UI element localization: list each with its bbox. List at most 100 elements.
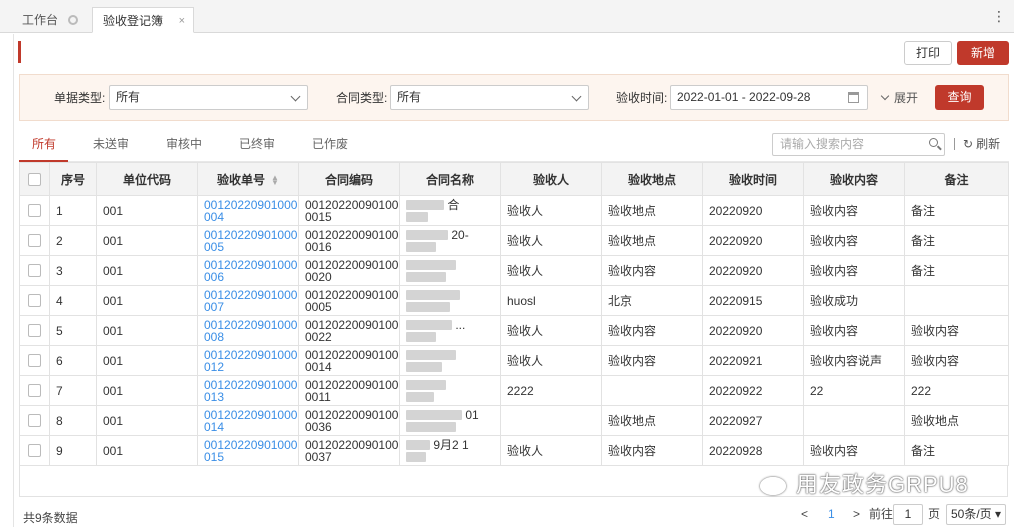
status-tab-voided[interactable]: 已作废 <box>312 136 348 152</box>
cell-time: 20220922 <box>702 375 804 406</box>
table-row[interactable]: 6 001 00120220901000 012 00120220090100 0014 … <box>19 345 1009 376</box>
goto-label: 前往 <box>869 507 894 521</box>
select-all-checkbox[interactable] <box>28 173 41 187</box>
next-page-button[interactable]: > <box>853 506 860 522</box>
date-range-input[interactable]: 2022-01-01 - 2022-09-28 <box>670 85 868 110</box>
tab-register-label: 验收登记簿 <box>103 14 164 28</box>
table-row[interactable]: 8 001 00120220901000 014 00120220090100 0036 … <box>19 405 1009 436</box>
row-checkbox[interactable] <box>28 414 41 428</box>
cell-location: 验收内容 <box>601 255 703 286</box>
table-row[interactable]: 1 001 00120220901000 004 00120220090100 0015 … <box>19 195 1009 226</box>
cell-index: 1 <box>49 195 97 226</box>
table-row[interactable]: 7 001 00120220901000 013 00120220090100 0011 … <box>19 375 1009 406</box>
doc-number-link-suffix[interactable]: 008 <box>204 330 224 344</box>
print-button[interactable]: 打印 <box>904 41 952 65</box>
contract-name-visible: 20- <box>451 227 469 242</box>
row-checkbox[interactable] <box>28 234 41 248</box>
contract-type-select[interactable]: 所有 <box>390 85 589 110</box>
table-row[interactable]: 3 001 00120220901000 006 00120220090100 0020 … <box>19 255 1009 286</box>
doc-number-link-suffix[interactable]: 013 <box>204 390 224 404</box>
column-header: 验收时间 <box>702 162 804 196</box>
row-checkbox[interactable] <box>28 294 41 308</box>
cell-contract-code: 00120220090100 0036 <box>298 405 400 436</box>
doc-number-link-suffix[interactable]: 007 <box>204 300 224 314</box>
table-row[interactable]: 9 001 00120220901000 015 00120220090100 0037 … <box>19 435 1009 466</box>
contract-name-visible: 9月2 1 <box>433 437 469 452</box>
column-header-sortable[interactable]: 验收单号 ▲ ▼ <box>197 162 299 196</box>
row-select-cell[interactable] <box>19 225 50 256</box>
column-header: 合同编码 <box>298 162 400 196</box>
cell-location <box>601 375 703 406</box>
doc-type-label: 单据类型: <box>54 91 106 105</box>
doc-number-link-suffix[interactable]: 014 <box>204 420 224 434</box>
goto-page-input[interactable]: 1 <box>893 504 923 525</box>
column-header: 备注 <box>904 162 1009 196</box>
refresh-label: 刷新 <box>976 137 1001 151</box>
table-row[interactable]: 2 001 00120220901000 005 00120220090100 0016 … <box>19 225 1009 256</box>
cell-doc-number[interactable]: 00120220901000 004 <box>197 195 299 226</box>
status-tab-reviewing[interactable]: 审核中 <box>166 136 202 152</box>
table-row[interactable]: 5 001 00120220901000 008 00120220090100 0022 … <box>19 315 1009 346</box>
add-button[interactable]: 新增 <box>957 41 1009 65</box>
cell-acceptor: 验收人 <box>500 255 602 286</box>
date-range-value: 2022-01-01 - 2022-09-28 <box>677 90 811 104</box>
row-checkbox[interactable] <box>28 384 41 398</box>
cell-doc-number[interactable]: 00120220901000 008 <box>197 315 299 346</box>
row-checkbox[interactable] <box>28 444 41 458</box>
tab-acceptance-register[interactable]: 验收登记簿 × <box>92 7 194 33</box>
doc-number-link-suffix[interactable]: 006 <box>204 270 224 284</box>
cell-doc-number[interactable]: 00120220901000 013 <box>197 375 299 406</box>
row-select-cell[interactable] <box>19 195 50 226</box>
status-tab-final[interactable]: 已终审 <box>239 136 275 152</box>
row-select-cell[interactable] <box>19 345 50 376</box>
page-number[interactable]: 1 <box>828 506 835 522</box>
cell-index: 2 <box>49 225 97 256</box>
doc-number-link-suffix[interactable]: 015 <box>204 450 224 464</box>
row-select-cell[interactable] <box>19 315 50 346</box>
doc-number-link-suffix[interactable]: 005 <box>204 240 224 254</box>
cell-doc-number[interactable]: 00120220901000 006 <box>197 255 299 286</box>
row-checkbox[interactable] <box>28 264 41 278</box>
cell-location: 验收地点 <box>601 195 703 226</box>
cell-index: 4 <box>49 285 97 316</box>
cell-doc-number[interactable]: 00120220901000 012 <box>197 345 299 376</box>
more-icon[interactable]: ⋮ <box>992 8 1006 24</box>
query-button[interactable]: 查询 <box>935 85 984 110</box>
tab-workbench[interactable]: 工作台 <box>12 7 90 33</box>
row-checkbox[interactable] <box>28 204 41 218</box>
close-icon[interactable]: × <box>179 8 185 34</box>
table-row[interactable]: 4 001 00120220901000 007 00120220090100 0005 … <box>19 285 1009 316</box>
cell-contract-name <box>399 345 501 376</box>
doc-number-link-suffix[interactable]: 004 <box>204 210 224 224</box>
column-header: 验收内容 <box>803 162 905 196</box>
row-select-cell[interactable] <box>19 285 50 316</box>
cell-doc-number[interactable]: 00120220901000 014 <box>197 405 299 436</box>
row-select-cell[interactable] <box>19 375 50 406</box>
search-placeholder: 请输入搜索内容 <box>780 137 865 151</box>
row-select-cell[interactable] <box>19 255 50 286</box>
row-checkbox[interactable] <box>28 354 41 368</box>
search-input[interactable]: 请输入搜索内容 <box>772 133 945 156</box>
sort-icon[interactable]: ▲ ▼ <box>271 174 279 187</box>
row-select-cell[interactable] <box>19 405 50 436</box>
search-icon[interactable] <box>929 138 938 147</box>
refresh-button[interactable]: ↻ 刷新 <box>963 136 1000 152</box>
cell-acceptor: 验收人 <box>500 315 602 346</box>
status-tab-all[interactable]: 所有 <box>32 136 56 152</box>
doc-type-select[interactable]: 所有 <box>109 85 308 110</box>
row-checkbox[interactable] <box>28 324 41 338</box>
prev-page-button[interactable]: < <box>801 506 808 522</box>
row-select-cell[interactable] <box>19 435 50 466</box>
chevron-down-icon <box>290 91 301 102</box>
cell-time: 20220920 <box>702 225 804 256</box>
doc-number-link-suffix[interactable]: 012 <box>204 360 224 374</box>
cell-doc-number[interactable]: 00120220901000 005 <box>197 225 299 256</box>
cell-doc-number[interactable]: 00120220901000 015 <box>197 435 299 466</box>
select-all-cell[interactable] <box>19 162 50 196</box>
page-size-select[interactable]: 50条/页 ▾ <box>946 504 1006 525</box>
cell-contract-code: 00120220090100 0015 <box>298 195 400 226</box>
expand-toggle[interactable]: 展开 <box>880 90 918 106</box>
status-tab-unsubmitted[interactable]: 未送审 <box>93 136 129 152</box>
cell-time: 20220920 <box>702 315 804 346</box>
cell-doc-number[interactable]: 00120220901000 007 <box>197 285 299 316</box>
